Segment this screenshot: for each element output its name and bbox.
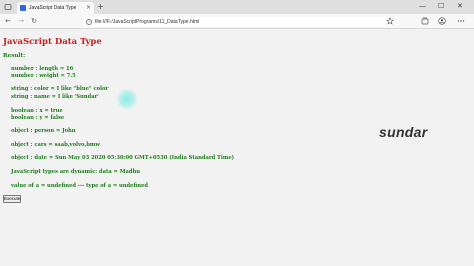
address-bar[interactable]: i file:///F:/JavaScriptPrograms/11_DataT… — [82, 17, 394, 27]
page-content: JavaScript Data Type Result: number : le… — [0, 30, 474, 266]
output-line: string : name = I like 'Sundar' — [11, 94, 99, 100]
maximize-icon[interactable]: ☐ — [438, 2, 444, 10]
output-line: number : length = 16 — [11, 66, 74, 72]
tab-javascript-data-type[interactable]: JavaScript Data Type × — [17, 2, 94, 14]
output-line: boolean : x = true — [11, 108, 63, 114]
profile-icon[interactable] — [438, 17, 446, 25]
output-line: boolean : y = false — [11, 115, 65, 121]
sundar-overlay-text: sundar — [379, 124, 428, 140]
close-window-icon[interactable]: ✕ — [457, 2, 463, 10]
tab-actions-icon[interactable] — [4, 3, 12, 11]
output-line: number : weight = 7.5 — [11, 73, 76, 79]
forward-icon[interactable]: → — [17, 17, 25, 25]
output-line: object : date = Sun May 03 2020 05:30:00… — [11, 155, 235, 161]
new-tab-icon[interactable]: + — [97, 3, 104, 11]
tab-title: JavaScript Data Type — [29, 5, 77, 11]
execute-button[interactable]: Execute — [3, 195, 21, 203]
output-line: JavaScript types are dynamic: data = Mad… — [11, 169, 140, 175]
more-menu-icon[interactable] — [457, 17, 465, 25]
back-icon[interactable]: ← — [4, 17, 12, 25]
output-line: object : cars = saab,volvo,bmw — [11, 142, 100, 148]
output-line: object : person = John — [11, 128, 76, 134]
tab-close-icon[interactable]: × — [86, 5, 91, 11]
star-icon[interactable] — [386, 17, 394, 25]
page-heading: JavaScript Data Type — [3, 37, 102, 47]
info-icon[interactable]: i — [86, 19, 92, 25]
tab-strip: JavaScript Data Type × + — ☐ ✕ — [0, 0, 474, 14]
output-line: value of a = undefined --- type of a = u… — [11, 183, 148, 189]
url-text: file:///F:/JavaScriptPrograms/11_DataTyp… — [95, 19, 200, 25]
browser-toolbar: ← → ↻ i file:///F:/JavaScriptPrograms/11… — [0, 14, 474, 29]
output-line: string : color = I like "blue" color — [11, 86, 109, 92]
minimize-icon[interactable]: — — [419, 2, 426, 10]
collections-icon[interactable] — [421, 17, 429, 25]
page-favicon-icon — [20, 5, 26, 11]
result-label: Result: — [3, 53, 26, 59]
reload-icon[interactable]: ↻ — [30, 17, 38, 25]
cursor-highlight — [116, 88, 138, 110]
